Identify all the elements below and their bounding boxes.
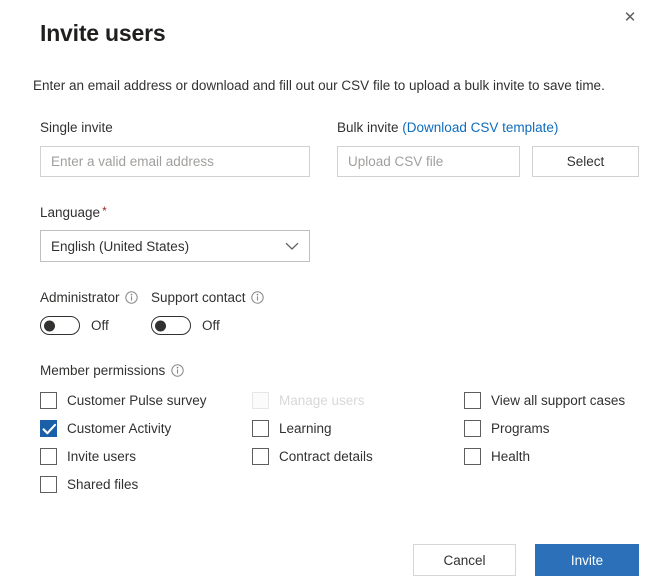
info-icon[interactable] [171, 364, 184, 377]
permissions-column-2: Manage users Learning Contract details [252, 386, 373, 470]
chevron-down-icon [285, 242, 299, 251]
bulk-invite-label: Bulk invite (Download CSV template) [337, 120, 558, 135]
permission-label: Customer Activity [67, 420, 172, 436]
single-invite-label: Single invite [40, 120, 113, 135]
permission-label: Shared files [67, 476, 139, 492]
checkbox-icon[interactable] [40, 391, 57, 409]
cancel-button[interactable]: Cancel [413, 544, 516, 576]
support-contact-toggle[interactable]: Off [151, 316, 220, 335]
required-marker: * [102, 204, 107, 218]
checkbox-icon [252, 391, 269, 409]
permission-item[interactable]: Programs [464, 414, 625, 442]
administrator-state-text: Off [91, 318, 109, 333]
permissions-column-1: Customer Pulse survey Customer Activity In… [40, 386, 207, 498]
permission-label: Programs [491, 420, 550, 436]
page-title: Invite users [40, 20, 166, 46]
permission-label: Customer Pulse survey [67, 392, 207, 408]
bulk-invite-file-input[interactable] [337, 146, 520, 177]
permission-item[interactable]: Health [464, 442, 625, 470]
permission-label: Learning [279, 420, 332, 436]
invite-button[interactable]: Invite [535, 544, 639, 576]
support-contact-state-text: Off [202, 318, 220, 333]
info-icon[interactable] [124, 291, 138, 304]
bulk-invite-label-text: Bulk invite [337, 120, 399, 135]
checkbox-icon[interactable] [40, 447, 57, 465]
permission-label: Invite users [67, 448, 137, 464]
checkbox-checked-icon[interactable] [40, 419, 57, 437]
checkbox-icon[interactable] [464, 419, 481, 437]
checkbox-icon[interactable] [252, 447, 269, 465]
permission-label: Contract details [279, 448, 373, 464]
permission-item[interactable]: Invite users [40, 442, 207, 470]
permissions-column-3: View all support cases Programs Health [464, 386, 625, 470]
checkbox-icon[interactable] [464, 391, 481, 409]
permission-item[interactable]: Customer Pulse survey [40, 386, 207, 414]
permission-item: Manage users [252, 386, 373, 414]
language-selected-value: English (United States) [51, 238, 190, 254]
support-contact-label-text: Support contact [151, 290, 246, 305]
support-contact-toggle-label: Support contact [151, 290, 264, 305]
switch-knob [44, 320, 55, 331]
switch-knob [155, 320, 166, 331]
member-permissions-header: Member permissions [40, 363, 184, 378]
administrator-switch[interactable] [40, 316, 80, 335]
checkbox-icon[interactable] [464, 447, 481, 465]
administrator-label-text: Administrator [40, 290, 120, 305]
checkbox-icon[interactable] [40, 475, 57, 493]
download-csv-template-link[interactable]: (Download CSV template) [402, 120, 558, 135]
language-label: Language * [40, 205, 107, 220]
permission-label: Manage users [279, 392, 365, 408]
support-contact-switch[interactable] [151, 316, 191, 335]
permission-item[interactable]: View all support cases [464, 386, 625, 414]
member-permissions-label: Member permissions [40, 363, 166, 378]
permission-label: Health [491, 448, 531, 464]
permission-item[interactable]: Shared files [40, 470, 207, 498]
permission-item[interactable]: Customer Activity [40, 414, 207, 442]
language-dropdown[interactable]: English (United States) [40, 230, 310, 262]
administrator-toggle[interactable]: Off [40, 316, 109, 335]
administrator-toggle-label: Administrator [40, 290, 138, 305]
dialog-subtitle: Enter an email address or download and f… [33, 78, 605, 93]
select-file-button[interactable]: Select [532, 146, 639, 177]
permission-item[interactable]: Contract details [252, 442, 373, 470]
close-icon[interactable]: ✕ [613, 2, 647, 32]
permission-label: View all support cases [491, 392, 626, 408]
single-invite-email-input[interactable] [40, 146, 310, 177]
permission-item[interactable]: Learning [252, 414, 373, 442]
checkbox-icon[interactable] [252, 419, 269, 437]
info-icon[interactable] [250, 291, 264, 304]
language-label-text: Language [40, 205, 101, 220]
invite-users-dialog: ✕ Invite users Enter an email address or… [0, 0, 655, 588]
